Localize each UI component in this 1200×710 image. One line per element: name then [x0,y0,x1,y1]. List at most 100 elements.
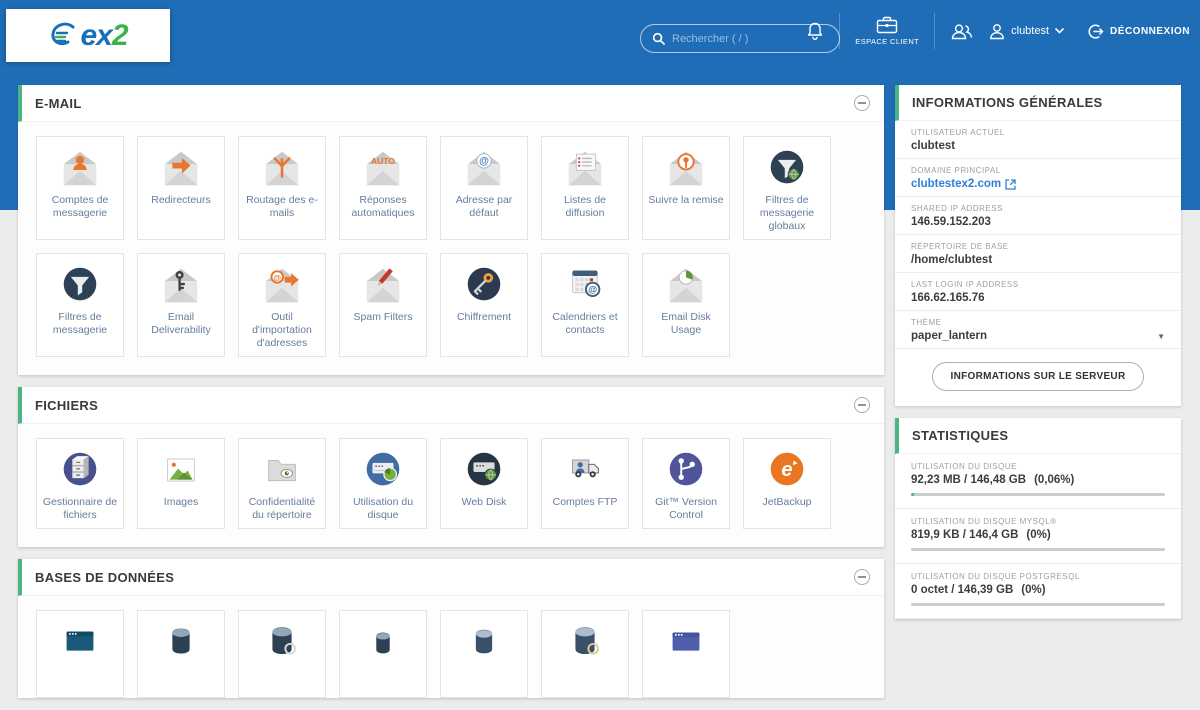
logout-label: DÉCONNEXION [1110,26,1190,37]
funnel-icon [57,263,103,309]
key-circle-icon [461,263,507,309]
user-menu[interactable]: clubtest [989,23,1064,40]
tile-disk-usage[interactable]: Utilisation du disque [339,438,427,529]
stat-percent: (0%) [1026,529,1050,541]
tile-encryption[interactable]: Chiffrement [440,253,528,357]
database-icon [461,620,507,666]
tile-label: Images [161,494,201,515]
theme-select[interactable]: paper_lantern ▼ [911,330,1165,342]
tile-default-address[interactable]: @ Adresse par défaut [440,136,528,240]
database-icon [158,620,204,666]
user-icon [989,23,1005,40]
espace-client-button[interactable]: ESPACE CLIENT [855,16,919,46]
tile-database-4[interactable] [339,610,427,698]
envelope-arrow-icon [158,146,204,192]
tile-database-3[interactable] [238,610,326,698]
tile-directory-privacy[interactable]: Confidentialité du répertoire [238,438,326,529]
tile-label: Calendriers et contacts [542,309,628,343]
info-label: RÉPERTOIRE DE BASE [911,242,1165,251]
envelope-pie-icon [663,263,709,309]
tile-label: Email Deliverability [138,309,224,343]
tile-label: Gestionnaire de fichiers [37,494,123,528]
logo[interactable]: ex2 [6,9,170,62]
section-fichiers-header: FICHIERS [18,387,884,424]
search-icon [652,32,665,45]
section-bases-header: BASES DE DONNÉES [18,559,884,596]
tile-images[interactable]: Images [137,438,225,529]
tile-file-manager[interactable]: Gestionnaire de fichiers [36,438,124,529]
image-icon [158,448,204,494]
info-value: 166.62.165.76 [911,292,1165,304]
stat-mysql-disk-usage: UTILISATION DU DISQUE MYSQL® 819,9 KB / … [895,509,1181,564]
remote-db-window-icon [663,620,709,666]
server-pie-icon [360,448,406,494]
section-title: FICHIERS [35,398,98,413]
tile-database-6[interactable] [541,610,629,698]
info-label: DOMAINE PRINCIPAL [911,166,1165,175]
tile-database-1[interactable] [36,610,124,698]
tile-email-routing[interactable]: Routage des e-mails [238,136,326,240]
progress-bar [911,493,1165,496]
tile-jetbackup[interactable]: e JetBackup [743,438,831,529]
collapse-icon[interactable] [854,569,870,585]
tile-address-importer[interactable]: @ Outil d'importation d'adresses [238,253,326,357]
panel-informations-generales: INFORMATIONS GÉNÉRALES UTILISATEUR ACTUE… [895,85,1181,406]
collapse-icon[interactable] [854,95,870,111]
tile-email-deliverability[interactable]: Email Deliverability [137,253,225,357]
envelope-key-icon [158,263,204,309]
tile-git-version-control[interactable]: Git™ Version Control [642,438,730,529]
stat-postgresql-disk-usage: UTILISATION DU DISQUE POSTGRESQL 0 octet… [895,564,1181,619]
funnel-globe-icon [764,146,810,192]
progress-bar [911,603,1165,606]
folder-eye-icon [259,448,305,494]
svg-text:@: @ [273,273,281,282]
tile-database-2[interactable] [137,610,225,698]
envelope-pencil-icon [360,263,406,309]
tile-calendars-contacts[interactable]: @ Calendriers et contacts [541,253,629,357]
main-content: E-MAIL Comptes de messagerie Redirecteur… [18,85,884,710]
tile-spam-filters[interactable]: Spam Filters [339,253,427,357]
info-value: /home/clubtest [911,254,1165,266]
section-title: BASES DE DONNÉES [35,570,174,585]
tile-web-disk[interactable]: Web Disk [440,438,528,529]
tile-email-disk-usage[interactable]: Email Disk Usage [642,253,730,357]
jetbackup-icon: e [764,448,810,494]
info-label: LAST LOGIN IP ADDRESS [911,280,1165,289]
envelope-route-icon [259,146,305,192]
search-input[interactable] [672,33,822,45]
username: clubtest [1011,25,1049,37]
section-email-body: Comptes de messagerie Redirecteurs Routa… [18,122,884,375]
bell-icon[interactable] [806,21,824,41]
tile-label: Chiffrement [454,309,514,330]
logo-text: ex2 [80,19,127,53]
tile-database-5[interactable] [440,610,528,698]
tile-email-accounts[interactable]: Comptes de messagerie [36,136,124,240]
truck-icon [562,448,608,494]
users-icon[interactable] [950,23,974,40]
tile-autoresponders[interactable]: AUTO Réponses automatiques [339,136,427,240]
tile-mailing-lists[interactable]: Listes de diffusion [541,136,629,240]
tile-email-filters[interactable]: Filtres de messagerie [36,253,124,357]
tile-forwarders[interactable]: Redirecteurs [137,136,225,240]
main-domain-link[interactable]: clubtestex2.com [911,178,1016,190]
envelope-user-icon [57,146,103,192]
logout-button[interactable]: DÉCONNEXION [1087,23,1190,40]
section-fichiers-body: Gestionnaire de fichiers Images Confiden… [18,424,884,547]
collapse-icon[interactable] [854,397,870,413]
git-branch-icon [663,448,709,494]
panel-general-header: INFORMATIONS GÉNÉRALES [895,85,1181,121]
tile-ftp-accounts[interactable]: Comptes FTP [541,438,629,529]
tile-database-7[interactable] [642,610,730,698]
tile-track-delivery[interactable]: Suivre la remise [642,136,730,240]
section-title: E-MAIL [35,96,82,111]
server-information-button[interactable]: INFORMATIONS SUR LE SERVEUR [932,362,1145,391]
tile-global-email-filters[interactable]: Filtres de messagerie globaux [743,136,831,240]
envelope-list-icon [562,146,608,192]
info-row-theme: THÈME paper_lantern ▼ [895,311,1181,349]
info-label: SHARED IP ADDRESS [911,204,1165,213]
tile-label: Réponses automatiques [340,192,426,226]
caret-down-icon: ▼ [1157,332,1165,341]
tile-label: Utilisation du disque [340,494,426,528]
info-row-main-domain: DOMAINE PRINCIPAL clubtestex2.com [895,159,1181,197]
tile-label: Spam Filters [351,309,416,330]
